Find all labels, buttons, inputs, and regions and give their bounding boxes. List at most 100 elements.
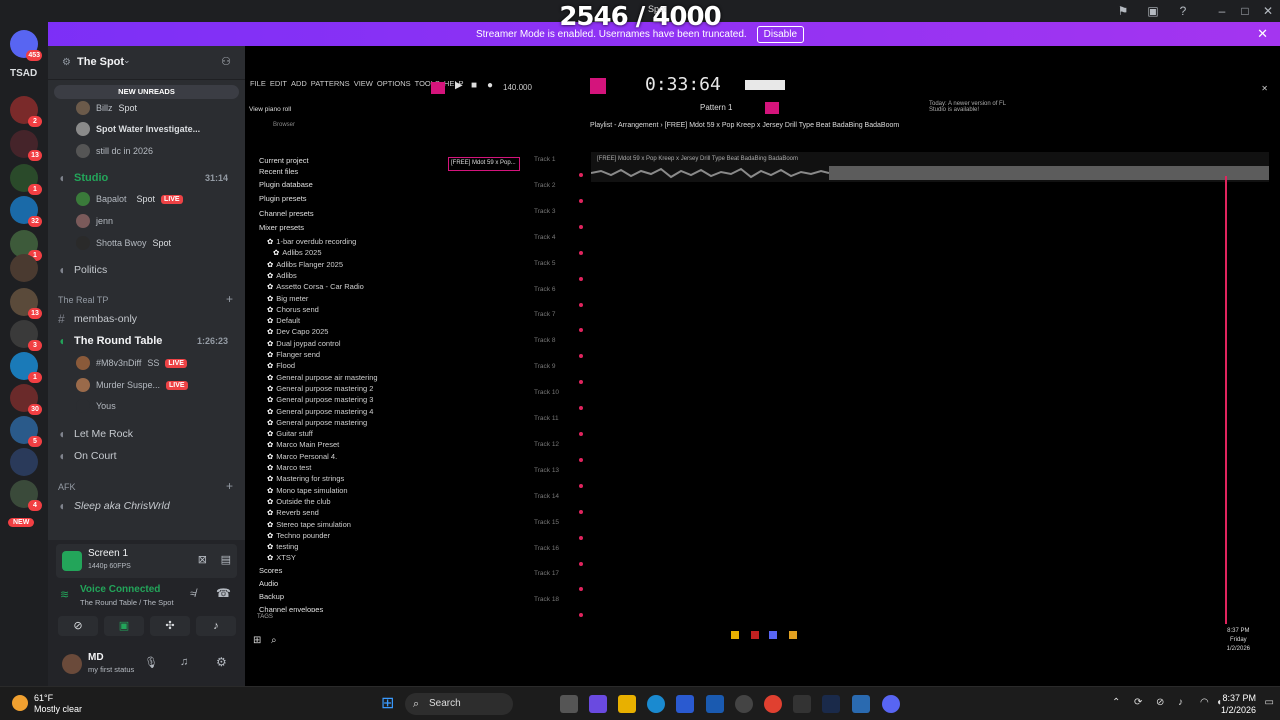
- track-label[interactable]: Track 11: [534, 415, 559, 422]
- track-mute-dot[interactable]: [579, 198, 583, 203]
- voice-user[interactable]: Billz Spot: [76, 99, 137, 117]
- browser-folder[interactable]: Mixer presets: [259, 223, 304, 232]
- mixer-preset-item[interactable]: ✿ testing: [267, 542, 298, 551]
- mixer-preset-item[interactable]: ✿ Guitar stuff: [267, 429, 313, 438]
- pattern-clip[interactable]: [FREE] Mdot 59 x Pop...: [448, 157, 520, 171]
- mixer-preset-item[interactable]: ✿ Outside the club: [267, 497, 331, 506]
- tags-label[interactable]: TAGS: [257, 614, 273, 620]
- menu-add[interactable]: ADD: [291, 79, 307, 88]
- server-icon[interactable]: 2: [10, 96, 42, 127]
- notification-icon[interactable]: ▭: [1265, 697, 1274, 708]
- system-clock[interactable]: 8:37 PM 1/2/2026: [1221, 692, 1256, 716]
- mixer-preset-item[interactable]: ✿ Adlibs 2025: [273, 248, 322, 257]
- pattern-selector[interactable]: Pattern 1: [700, 103, 732, 112]
- mixer-preset-item[interactable]: ✿ General purpose mastering 2: [267, 384, 373, 393]
- taskbar-search[interactable]: ⌕ Search: [405, 693, 513, 715]
- track-mute-dot[interactable]: [579, 406, 583, 411]
- voice-channel-afk[interactable]: ◖ Sleep aka ChrisWrld: [58, 496, 238, 516]
- browser-folder[interactable]: Current project: [259, 156, 309, 165]
- add-channel-icon[interactable]: +: [226, 292, 233, 306]
- terminal-icon[interactable]: [793, 695, 811, 713]
- copilot-icon[interactable]: [589, 695, 607, 713]
- track-mute-dot[interactable]: [579, 561, 583, 566]
- stop-stream-icon[interactable]: ⊠: [198, 553, 207, 566]
- browser-folder[interactable]: Recent files: [259, 167, 298, 176]
- stream-preview-card[interactable]: Screen 1 1440p 60FPS ⊠ ▤: [56, 544, 237, 578]
- mixer-preset-item[interactable]: ✿ 1-bar overdub recording: [267, 237, 356, 246]
- track-label[interactable]: Track 16: [534, 545, 559, 552]
- browser-folder[interactable]: Backup: [259, 592, 284, 601]
- server-icon[interactable]: 5: [10, 416, 42, 447]
- server-icon[interactable]: 13: [10, 130, 42, 161]
- mixer-preset-item[interactable]: ✿ Marco Main Preset: [267, 440, 339, 449]
- track-mute-dot[interactable]: [579, 302, 583, 307]
- voice-user[interactable]: Shotta Bwoy Spot: [76, 234, 171, 252]
- track-mute-dot[interactable]: [579, 276, 583, 281]
- voice-user[interactable]: jenn: [76, 212, 113, 230]
- track-mute-dot[interactable]: [579, 224, 583, 229]
- server-icon[interactable]: 1: [10, 352, 42, 383]
- track-label[interactable]: Track 9: [534, 363, 555, 370]
- mixer-preset-item[interactable]: ✿ Adlibs: [267, 271, 297, 280]
- server-header[interactable]: ⚙ The Spot ⌄ ⚇: [48, 46, 245, 80]
- mixer-preset-item[interactable]: ✿ Flood: [267, 361, 295, 370]
- server-icon[interactable]: 30: [10, 384, 42, 415]
- track-label[interactable]: Track 10: [534, 389, 559, 396]
- track-label[interactable]: Track 4: [534, 234, 555, 241]
- steam-icon[interactable]: [822, 695, 840, 713]
- server-icon[interactable]: [10, 254, 38, 282]
- weather-widget[interactable]: 61°F Mostly clear: [34, 693, 82, 715]
- track-label[interactable]: Track 18: [534, 596, 559, 603]
- voice-connected-status[interactable]: Voice Connected: [80, 584, 160, 595]
- weather-icon[interactable]: [12, 695, 28, 711]
- metronome-toggle[interactable]: [590, 78, 606, 94]
- track-label[interactable]: Track 5: [534, 260, 555, 267]
- menu-edit[interactable]: EDIT: [270, 79, 287, 88]
- headphones-icon[interactable]: ♫: [180, 656, 188, 668]
- track-mute-dot[interactable]: [579, 613, 583, 618]
- outlook-icon[interactable]: [706, 695, 724, 713]
- mixer-preset-item[interactable]: ✿ Chorus send: [267, 305, 319, 314]
- mixer-preset-item[interactable]: ✿ General purpose mastering: [267, 418, 367, 427]
- popout-icon[interactable]: ▤: [221, 553, 231, 566]
- store-icon[interactable]: [676, 695, 694, 713]
- noise-suppression-icon[interactable]: ≉: [190, 588, 196, 600]
- voice-user[interactable]: still dc in 2026: [76, 142, 153, 160]
- mixer-preset-item[interactable]: ✿ Big meter: [267, 294, 308, 303]
- mixer-preset-item[interactable]: ✿ Stereo tape simulation: [267, 520, 351, 529]
- voice-user[interactable]: Murder Suspe... LIVE: [76, 376, 188, 394]
- mixer-preset-item[interactable]: ✿ Flanger send: [267, 350, 320, 359]
- track-label[interactable]: Track 17: [534, 570, 559, 577]
- server-icon[interactable]: 4: [10, 480, 42, 511]
- app-icon[interactable]: [751, 631, 759, 639]
- record-icon[interactable]: ●: [487, 80, 493, 91]
- browser-folder[interactable]: Channel presets: [259, 209, 314, 218]
- tray-icon[interactable]: ⊘: [1156, 697, 1164, 708]
- server-icon[interactable]: 1: [10, 164, 42, 195]
- mixer-preset-item[interactable]: ✿ Default: [267, 316, 300, 325]
- track-label[interactable]: Track 15: [534, 519, 559, 526]
- playhead[interactable]: [1225, 176, 1227, 624]
- mixer-preset-item[interactable]: ✿ Mastering for strings: [267, 474, 344, 483]
- mixer-preset-item[interactable]: ✿ Mono tape simulation: [267, 486, 348, 495]
- mixer-preset-item[interactable]: ✿ Adlibs Flanger 2025: [267, 260, 343, 269]
- track-label[interactable]: Track 1: [534, 156, 555, 163]
- menu-options[interactable]: OPTIONS: [377, 79, 411, 88]
- add-member-icon[interactable]: ⚇: [221, 55, 231, 68]
- track-label[interactable]: Track 2: [534, 182, 555, 189]
- voice-channel-on-court[interactable]: ◖ On Court: [58, 446, 238, 466]
- audio-clip-body[interactable]: [829, 166, 1269, 180]
- home-button[interactable]: 453: [10, 30, 42, 61]
- voice-channel-let-me-rock[interactable]: ◖ Let Me Rock: [58, 424, 238, 444]
- server-tsad[interactable]: TSAD: [10, 68, 37, 79]
- fl-studio-icon[interactable]: [789, 631, 797, 639]
- track-mute-dot[interactable]: [579, 535, 583, 540]
- mixer-preset-item[interactable]: ✿ Marco test: [267, 463, 311, 472]
- mixer-preset-item[interactable]: ✿ Dev Capo 2025: [267, 327, 328, 336]
- song-mode-toggle[interactable]: [431, 82, 445, 94]
- disconnect-icon[interactable]: ☎: [216, 586, 231, 600]
- track-label[interactable]: Track 6: [534, 286, 555, 293]
- microphone-icon[interactable]: 🎙: [144, 656, 158, 669]
- track-label[interactable]: Track 13: [534, 467, 559, 474]
- chevron-up-icon[interactable]: ⌃: [1112, 697, 1120, 708]
